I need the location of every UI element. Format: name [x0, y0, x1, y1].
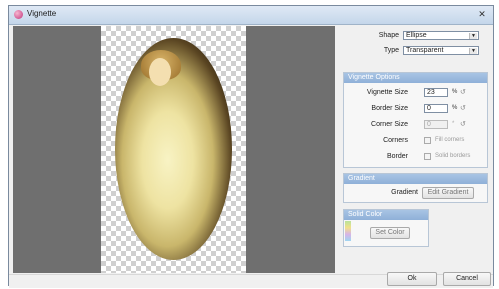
solid-borders-label: Solid borders: [435, 153, 471, 159]
reset-icon[interactable]: ↺: [460, 105, 467, 112]
type-value: Transparent: [406, 47, 444, 54]
vignette-photo-preview: [115, 38, 232, 260]
title-bar[interactable]: Vignette ✕: [9, 6, 493, 25]
border-label: Border: [386, 153, 408, 160]
color-swatch-strip: [345, 221, 351, 241]
corner-size-label: Corner Size: [371, 121, 408, 128]
vignette-options-header: Vignette Options: [344, 73, 487, 83]
shape-select[interactable]: Ellipse ▼: [403, 31, 479, 40]
shape-label: Shape: [378, 32, 399, 39]
preview-area: [13, 26, 335, 273]
chevron-down-icon[interactable]: ▼: [469, 48, 477, 54]
vignette-size-input[interactable]: 23: [424, 88, 448, 97]
reset-icon[interactable]: ↺: [460, 121, 467, 128]
corner-size-input[interactable]: 0: [424, 120, 448, 129]
set-color-button[interactable]: Set Color: [370, 227, 410, 239]
reset-icon[interactable]: ↺: [460, 89, 467, 96]
vignette-app-icon: [14, 10, 23, 19]
shape-value: Ellipse: [406, 32, 427, 39]
gradient-header: Gradient: [344, 174, 487, 184]
border-size-label: Border Size: [371, 105, 408, 112]
vignette-size-label: Vignette Size: [366, 89, 408, 96]
cancel-button[interactable]: Cancel: [443, 272, 491, 286]
ok-button[interactable]: Ok: [387, 272, 437, 286]
window-title: Vignette: [27, 9, 57, 18]
corner-size-unit: *: [452, 121, 455, 127]
gradient-label: Gradient: [391, 189, 418, 196]
options-panel: Shape Ellipse ▼ Type Transparent ▼ Vigne…: [339, 26, 491, 273]
vignette-dialog: Vignette ✕ Shape Ellipse ▼ Type Transpar…: [8, 5, 494, 288]
chevron-down-icon[interactable]: ▼: [469, 33, 477, 39]
border-size-input[interactable]: 0: [424, 104, 448, 113]
vignette-options-group: Vignette Options Vignette Size 23 % ↺ Bo…: [343, 72, 488, 168]
type-select[interactable]: Transparent ▼: [403, 46, 479, 55]
vignette-size-unit: %: [452, 89, 458, 95]
close-icon[interactable]: ✕: [475, 8, 489, 20]
corners-label: Corners: [383, 137, 408, 144]
type-label: Type: [383, 47, 399, 54]
border-size-unit: %: [452, 105, 458, 111]
fill-corners-checkbox[interactable]: [424, 137, 431, 144]
solid-color-header: Solid Color: [344, 210, 428, 220]
solid-borders-checkbox[interactable]: [424, 153, 431, 160]
gradient-group: Gradient Gradient Edit Gradient: [343, 173, 488, 203]
transparent-canvas: [101, 26, 246, 273]
edit-gradient-button[interactable]: Edit Gradient: [422, 187, 474, 199]
fill-corners-label: Fill corners: [435, 137, 465, 143]
solid-color-group: Solid Color Set Color: [343, 209, 429, 247]
dialog-footer: Ok Cancel: [9, 272, 493, 288]
face-shape: [149, 58, 171, 86]
